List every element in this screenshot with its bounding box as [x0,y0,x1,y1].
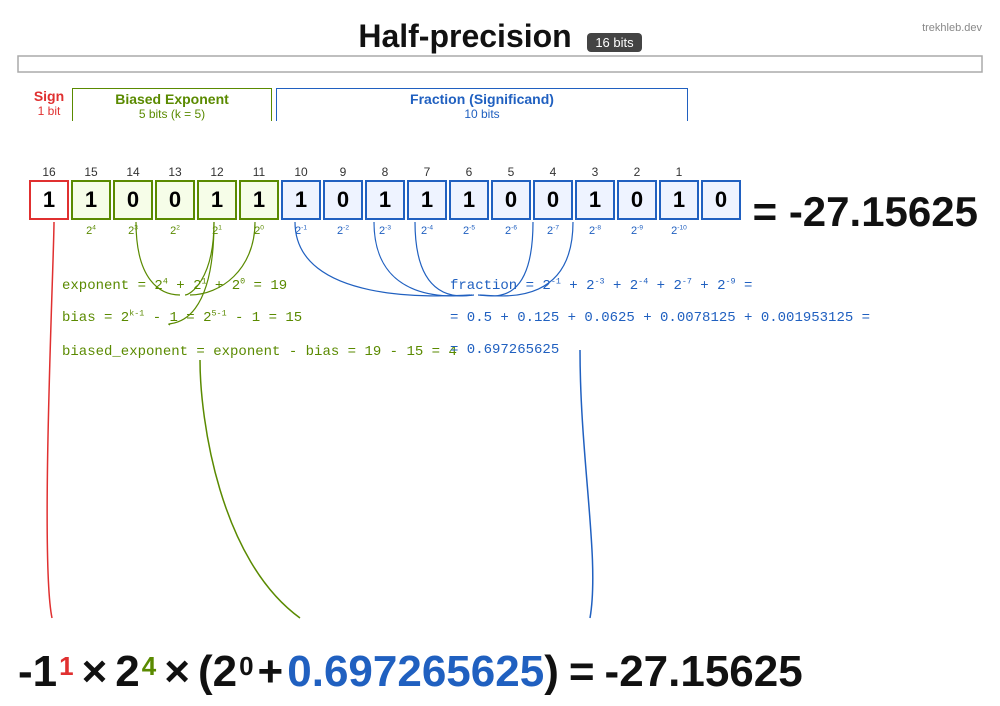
pos-5: 5 [490,165,532,179]
pos-12: 12 [196,165,238,179]
biased-exponent-calculation: biased_exponent = exponent - bias = 19 -… [62,344,457,360]
bit-frac-8: 1 [575,180,615,220]
formula-equals: = [569,650,595,694]
pos-7: 7 [406,165,448,179]
bit-exp-4: 1 [71,180,111,220]
formula-times2: × [164,650,190,694]
exponent-label: Biased Exponent 5 bits (k = 5) [72,88,272,121]
sign-title: Sign [28,88,70,104]
bit-frac-7: 0 [533,180,573,220]
fraction-calculation-3: = 0.697265625 [450,342,559,358]
result-display: = -27.15625 [753,188,978,236]
pos-3: 3 [574,165,616,179]
pow-frac-10: 2-10 [659,225,699,237]
pos-1: 1 [658,165,700,179]
pos-16: 16 [28,165,70,179]
formula-fraction-val: 0.697265625 [287,650,544,694]
pow-frac-5: 2-5 [449,225,489,237]
bit-frac-11: 0 [701,180,741,220]
pow-exp-0: 20 [239,225,279,237]
formula-final: -27.15625 [605,650,803,694]
bit-frac-2: 0 [323,180,363,220]
pow-frac-6: 2-6 [491,225,531,237]
pow-exp-3: 23 [113,225,153,237]
pos-11: 11 [238,165,280,179]
page-title: Half-precision [358,18,571,54]
pow-frac-3: 2-3 [365,225,405,237]
bit-exp-1: 1 [197,180,237,220]
exponent-calculation: exponent = 24 + 21 + 20 = 19 [62,278,287,294]
bit-exp-2: 0 [155,180,195,220]
frac-bits: 10 bits [277,107,687,121]
title-area: Half-precision 16 bits trekhleb.dev [0,0,1000,55]
pos-9: 9 [322,165,364,179]
pos-6: 6 [448,165,490,179]
bit-sign: 1 [29,180,69,220]
pos-2: 2 [616,165,658,179]
pow-frac-4: 2-4 [407,225,447,237]
pos-8: 8 [364,165,406,179]
fraction-calculation-2: = 0.5 + 0.125 + 0.0625 + 0.0078125 + 0.0… [450,310,870,326]
pos-4: 4 [532,165,574,179]
sign-bits: 1 bit [28,104,70,118]
pow-frac-7: 2-7 [533,225,573,237]
pow-frac-2: 2-2 [323,225,363,237]
pos-14: 14 [112,165,154,179]
site-label: trekhleb.dev [922,22,982,34]
bit-frac-3: 1 [365,180,405,220]
bit-frac-6: 0 [491,180,531,220]
pow-exp-1: 21 [197,225,237,237]
bit-frac-10: 1 [659,180,699,220]
formula-paren-close: ) [544,650,559,694]
bit-exp-0: 1 [239,180,279,220]
pow-frac-9: 2-9 [617,225,657,237]
formula-times1: × [82,650,108,694]
exp-title: Biased Exponent [73,91,271,107]
bit-frac-1: 1 [281,180,321,220]
formula-paren-open: (2 [198,650,237,694]
pos-10: 10 [280,165,322,179]
pow-exp-4: 24 [71,225,111,237]
formula-neg-one: -1 [18,650,57,694]
bit-frac-9: 0 [617,180,657,220]
pos-15: 15 [70,165,112,179]
fraction-calculation-1: fraction = 2-1 + 2-3 + 2-4 + 2-7 + 2-9 = [450,278,752,294]
formula-two: 2 [115,650,139,694]
frac-title: Fraction (Significand) [277,91,687,107]
pow-frac-8: 2-8 [575,225,615,237]
exp-bits: 5 bits (k = 5) [73,107,271,121]
bit-exp-3: 0 [113,180,153,220]
bit-frac-4: 1 [407,180,447,220]
bit-frac-5: 1 [449,180,489,220]
bias-calculation: bias = 2k-1 - 1 = 25-1 - 1 = 15 [62,310,302,326]
pos-13: 13 [154,165,196,179]
bits-badge: 16 bits [587,33,641,52]
fraction-label: Fraction (Significand) 10 bits [276,88,688,121]
pow-frac-1: 2-1 [281,225,321,237]
formula-plus: + [258,650,284,694]
pow-exp-2: 22 [155,225,195,237]
sign-label: Sign 1 bit [28,88,70,118]
